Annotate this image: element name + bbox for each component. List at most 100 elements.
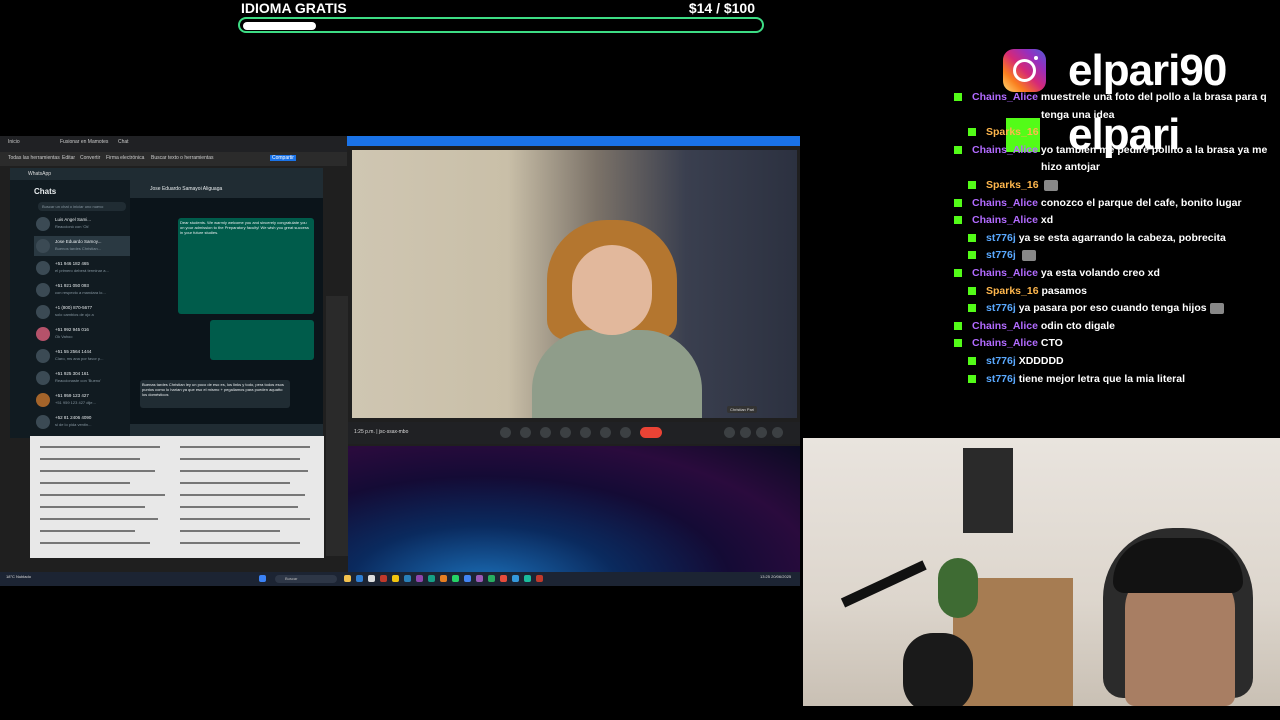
chat-username[interactable]: Chains_Alice (972, 197, 1038, 209)
emoji-button[interactable] (560, 427, 571, 438)
kick-badge-icon (954, 269, 962, 277)
app-icon[interactable] (500, 575, 507, 582)
taskbar-clock[interactable]: 13:25 20/06/2025 (760, 574, 791, 579)
hangup-button[interactable] (640, 427, 662, 438)
app-icon[interactable] (380, 575, 387, 582)
share-button[interactable]: Compartir (270, 155, 296, 161)
chat-preview: con respecto a mandara lo... (55, 290, 106, 295)
chat-username[interactable]: Sparks_16 (986, 285, 1039, 297)
toolbar-item[interactable]: Todas las herramientas (8, 155, 60, 161)
avatar (36, 261, 50, 275)
chat-username[interactable]: st776j (986, 302, 1016, 314)
chat-username[interactable]: Chains_Alice (972, 214, 1038, 226)
activities-button[interactable] (772, 427, 783, 438)
browser-tab[interactable]: Chat (118, 139, 129, 145)
conversation-header[interactable]: Jose Eduardo Samayoi Aliguaga (130, 180, 323, 198)
camera-button[interactable] (520, 427, 531, 438)
chat-search-input[interactable]: Buscar un chat o iniciar uno nuevo (38, 202, 126, 211)
store-icon[interactable] (368, 575, 375, 582)
browser-tab[interactable]: Inicio (8, 139, 20, 145)
people-button[interactable] (740, 427, 751, 438)
chat-text: XDDDDD (1018, 355, 1064, 367)
avatar (36, 239, 50, 253)
goal-progress-bar (238, 17, 764, 33)
chat-list-item[interactable]: +51 55 2564 1444 Claro, ms ana por favor … (34, 346, 130, 366)
whatsapp-app-name: WhatsApp (28, 171, 52, 177)
app-icon[interactable] (536, 575, 543, 582)
toolbar-item[interactable]: Convertir (80, 155, 100, 161)
chat-username[interactable]: st776j (986, 355, 1016, 367)
app-icon[interactable] (440, 575, 447, 582)
chat-list-item[interactable]: +51 959 123 427 +51 959 123 427 dije... (34, 390, 130, 410)
app-icon[interactable] (488, 575, 495, 582)
avatar (36, 393, 50, 407)
chat-list-item[interactable]: Luis Angel Sami... Reaccionó con 'Ok' (34, 214, 130, 234)
kick-badge-icon (968, 286, 976, 295)
chat-preview: Reaccionó con 'Ok' (55, 224, 90, 229)
chat-name: +51 921 050 093 (55, 283, 89, 288)
browser-tab-strip: Inicio Fusionar en Mamotes Chat (0, 136, 347, 152)
toolbar-item[interactable]: Buscar texto o herramientas (151, 155, 214, 161)
chat-username[interactable]: Chains_Alice (972, 267, 1038, 279)
chat-text: ya se esta agarrando la cabeza, pobrecit… (1018, 231, 1226, 244)
chat-name: +52 81 2406 4090 (55, 415, 92, 420)
chat-username[interactable]: st776j (986, 249, 1016, 261)
whatsapp-icon[interactable] (452, 575, 459, 582)
chat-preview: si de lo pida ventin... (55, 422, 92, 427)
app-icon[interactable] (428, 575, 435, 582)
chat-username[interactable]: Chains_Alice (972, 144, 1038, 156)
chat-username[interactable]: Chains_Alice (972, 337, 1038, 349)
file-explorer-icon[interactable] (344, 575, 351, 582)
start-menu-icon[interactable] (259, 575, 266, 582)
chat-username[interactable]: Chains_Alice (972, 91, 1038, 103)
captions-button[interactable] (540, 427, 551, 438)
chat-username[interactable]: st776j (986, 373, 1016, 385)
chat-list-item[interactable]: +51 992 945 016 Ok Vahoo (34, 324, 130, 344)
avatar (36, 327, 50, 341)
weather-widget[interactable]: 18°C Nublado (6, 574, 31, 579)
chat-name: Luis Angel Sami... (55, 217, 92, 222)
app-icon[interactable] (512, 575, 519, 582)
goal-progress-fill (243, 22, 316, 30)
toolbar-item[interactable]: Firma electrónica (106, 155, 144, 161)
pdf-scrollbar[interactable] (326, 296, 348, 556)
chat-username[interactable]: st776j (986, 232, 1016, 244)
browser-tab[interactable]: Fusionar en Mamotes (60, 139, 108, 145)
taskbar-search[interactable]: Buscar (275, 575, 337, 583)
mic-button[interactable] (500, 427, 511, 438)
chat-username[interactable]: Sparks_16 (986, 179, 1039, 191)
chat-name: +51 55 2564 1444 (55, 349, 92, 354)
chat-list-item[interactable]: +51 925 304 161 Reaccionaste con 'Bueno' (34, 368, 130, 388)
toolbar-item[interactable]: Editar (62, 155, 75, 161)
chrome-icon[interactable] (464, 575, 471, 582)
emote-icon (1021, 250, 1036, 262)
tv-image (963, 448, 1013, 533)
more-options-button[interactable] (620, 427, 631, 438)
chat-username[interactable]: Chains_Alice (972, 320, 1038, 332)
app-icon[interactable] (416, 575, 423, 582)
chat-button[interactable] (756, 427, 767, 438)
chat-list-item[interactable]: +1 (800) 870-5677 solo cambios de ojo a (34, 302, 130, 322)
avatar (36, 371, 50, 385)
kick-badge-icon (954, 93, 962, 101)
app-icon[interactable] (392, 575, 399, 582)
chat-list-item[interactable]: +52 81 2406 4090 si de lo pida ventin... (34, 412, 130, 432)
edge-icon[interactable] (356, 575, 363, 582)
chat-preview: el primero deberá terminar a... (55, 268, 109, 273)
meet-participant-video (352, 150, 797, 418)
chat-list-item[interactable]: +51 946 182 465 el primero deberá termina… (34, 258, 130, 278)
app-icon[interactable] (524, 575, 531, 582)
app-icon[interactable] (476, 575, 483, 582)
raise-hand-button[interactable] (600, 427, 611, 438)
message-attachment[interactable] (210, 320, 314, 360)
present-button[interactable] (580, 427, 591, 438)
goal-current: $14 (688, 0, 713, 16)
info-button[interactable] (724, 427, 735, 438)
conversation-panel: Jose Eduardo Samayoi Aliguaga Dear stude… (130, 180, 323, 438)
chat-list-item[interactable]: +51 921 050 093 con respecto a mandara lo… (34, 280, 130, 300)
meet-window-titlebar (347, 136, 800, 146)
chat-username[interactable]: Sparks_16 (986, 126, 1039, 138)
stream-chat: Chains_Alice muestrele una foto del poll… (954, 89, 1280, 389)
chat-list-item[interactable]: Jose Eduardo Samoy... Buenos tardes Chris… (34, 236, 130, 256)
app-icon[interactable] (404, 575, 411, 582)
